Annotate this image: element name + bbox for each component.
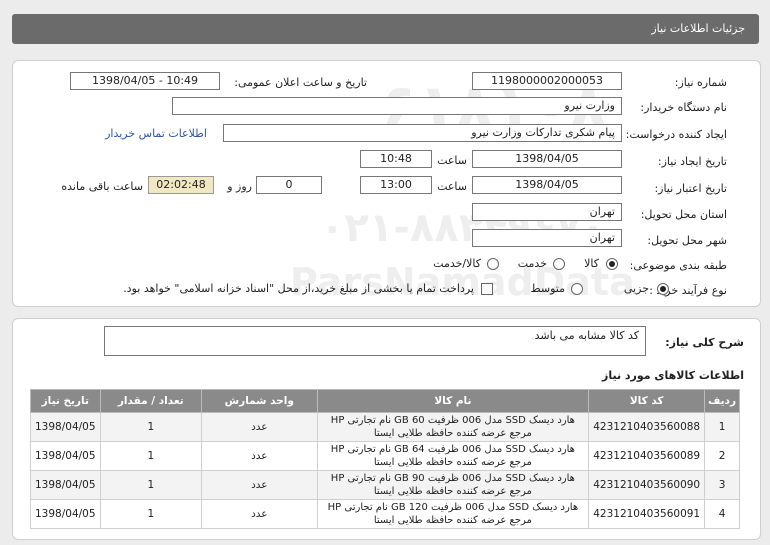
creator-label: ایجاد کننده درخواست: [625, 128, 727, 141]
col-row: ردیف [704, 389, 740, 413]
col-name: نام کالا [316, 389, 590, 413]
cell-name: هارد دیسک SSD مدل 006 ظرفیت GB 60 نام تج… [316, 412, 590, 442]
cell-date: 1398/04/05 [30, 470, 101, 500]
remaining-label: ساعت باقی مانده [61, 180, 143, 193]
announce-label: تاریخ و ساعت اعلان عمومی: [234, 76, 367, 89]
items-section-title: اطلاعات کالاهای مورد نیاز [602, 369, 744, 382]
col-code: کد کالا [588, 389, 706, 413]
category-label: طبقه بندی موضوعی: [629, 259, 727, 272]
cell-qty: 1 [99, 441, 203, 471]
process-option-minor: جزیی [623, 282, 649, 295]
cell-code: 4231210403560088 [588, 412, 706, 442]
cell-qty: 1 [99, 412, 203, 442]
category-radio-goods[interactable] [606, 258, 618, 270]
process-radio-medium[interactable] [571, 283, 583, 295]
days-field: 0 [256, 176, 322, 194]
category-option-goods: کالا [584, 257, 599, 270]
cell-unit: عدد [201, 441, 318, 471]
remaining-time-field: 02:02:48 [148, 176, 214, 194]
cell-row: 4 [704, 499, 740, 529]
process-option-medium: متوسط [530, 282, 565, 295]
table-row: 3 4231210403560090 هارد دیسک SSD مدل 006… [30, 470, 740, 500]
col-date: تاریخ نیاز [30, 389, 101, 413]
cell-code: 4231210403560090 [588, 470, 706, 500]
validity-date-field: 1398/04/05 [472, 176, 622, 194]
cell-unit: عدد [201, 470, 318, 500]
cell-code: 4231210403560089 [588, 441, 706, 471]
category-radio-goods-service[interactable] [487, 258, 499, 270]
category-option-service: خدمت [517, 257, 547, 270]
cell-name: هارد دیسک SSD مدل 006 ظرفیت GB 64 نام تج… [316, 441, 590, 471]
treasury-payment-checkbox[interactable] [481, 283, 493, 295]
cell-date: 1398/04/05 [30, 441, 101, 471]
cell-row: 2 [704, 441, 740, 471]
cell-unit: عدد [201, 499, 318, 529]
cell-qty: 1 [99, 499, 203, 529]
need-number-label: شماره نیاز: [674, 76, 727, 89]
cell-row: 3 [704, 470, 740, 500]
created-time-label: ساعت [437, 154, 467, 167]
validity-time-field: 13:00 [360, 176, 432, 194]
cell-name: هارد دیسک SSD مدل 006 ظرفیت GB 120 نام ت… [316, 499, 590, 529]
province-label: استان محل تحویل: [640, 208, 727, 221]
need-number-field: 1198000002000053 [472, 72, 622, 90]
created-date-label: تاریخ ایجاد نیاز: [657, 155, 727, 168]
validity-label: تاریخ اعتبار نیاز: [654, 182, 727, 195]
items-table: ردیف کد کالا نام کالا واحد شمارش تعداد /… [30, 389, 740, 529]
description-label: شرح کلی نیاز: [665, 336, 744, 349]
table-row: 2 4231210403560089 هارد دیسک SSD مدل 006… [30, 441, 740, 471]
cell-qty: 1 [99, 470, 203, 500]
col-unit: واحد شمارش [201, 389, 318, 413]
days-label: روز و [227, 180, 252, 193]
created-date-field: 1398/04/05 [472, 150, 622, 168]
cell-row: 1 [704, 412, 740, 442]
announce-field: 1398/04/05 - 10:49 [70, 72, 220, 90]
buyer-org-label: نام دستگاه خریدار: [640, 101, 727, 114]
process-radio-minor[interactable] [657, 283, 669, 295]
category-option-goods-service: کالا/خدمت [433, 257, 481, 270]
creator-field: پیام شکری تدارکات وزارت نیرو [223, 124, 622, 142]
contact-buyer-link[interactable]: اطلاعات تماس خریدار [105, 127, 207, 140]
table-row: 4 4231210403560091 هارد دیسک SSD مدل 006… [30, 499, 740, 529]
province-field: تهران [472, 203, 622, 221]
payment-note: پرداخت تمام یا بخشی از مبلغ خرید،از محل … [123, 282, 474, 295]
cell-unit: عدد [201, 412, 318, 442]
buyer-org-field: وزارت نیرو [172, 97, 622, 115]
city-field: تهران [472, 229, 622, 247]
cell-name: هارد دیسک SSD مدل 006 ظرفیت GB 90 نام تج… [316, 470, 590, 500]
page-title: جزئیات اطلاعات نیاز [651, 22, 745, 35]
col-qty: تعداد / مقدار [99, 389, 203, 413]
cell-code: 4231210403560091 [588, 499, 706, 529]
created-time-field: 10:48 [360, 150, 432, 168]
page-header: جزئیات اطلاعات نیاز [12, 14, 759, 44]
cell-date: 1398/04/05 [30, 412, 101, 442]
validity-time-label: ساعت [437, 180, 467, 193]
cell-date: 1398/04/05 [30, 499, 101, 529]
city-label: شهر محل تحویل: [647, 234, 727, 247]
table-row: 1 4231210403560088 هارد دیسک SSD مدل 006… [30, 412, 740, 442]
category-radio-service[interactable] [553, 258, 565, 270]
description-field: کد کالا مشابه می باشد [104, 326, 646, 356]
